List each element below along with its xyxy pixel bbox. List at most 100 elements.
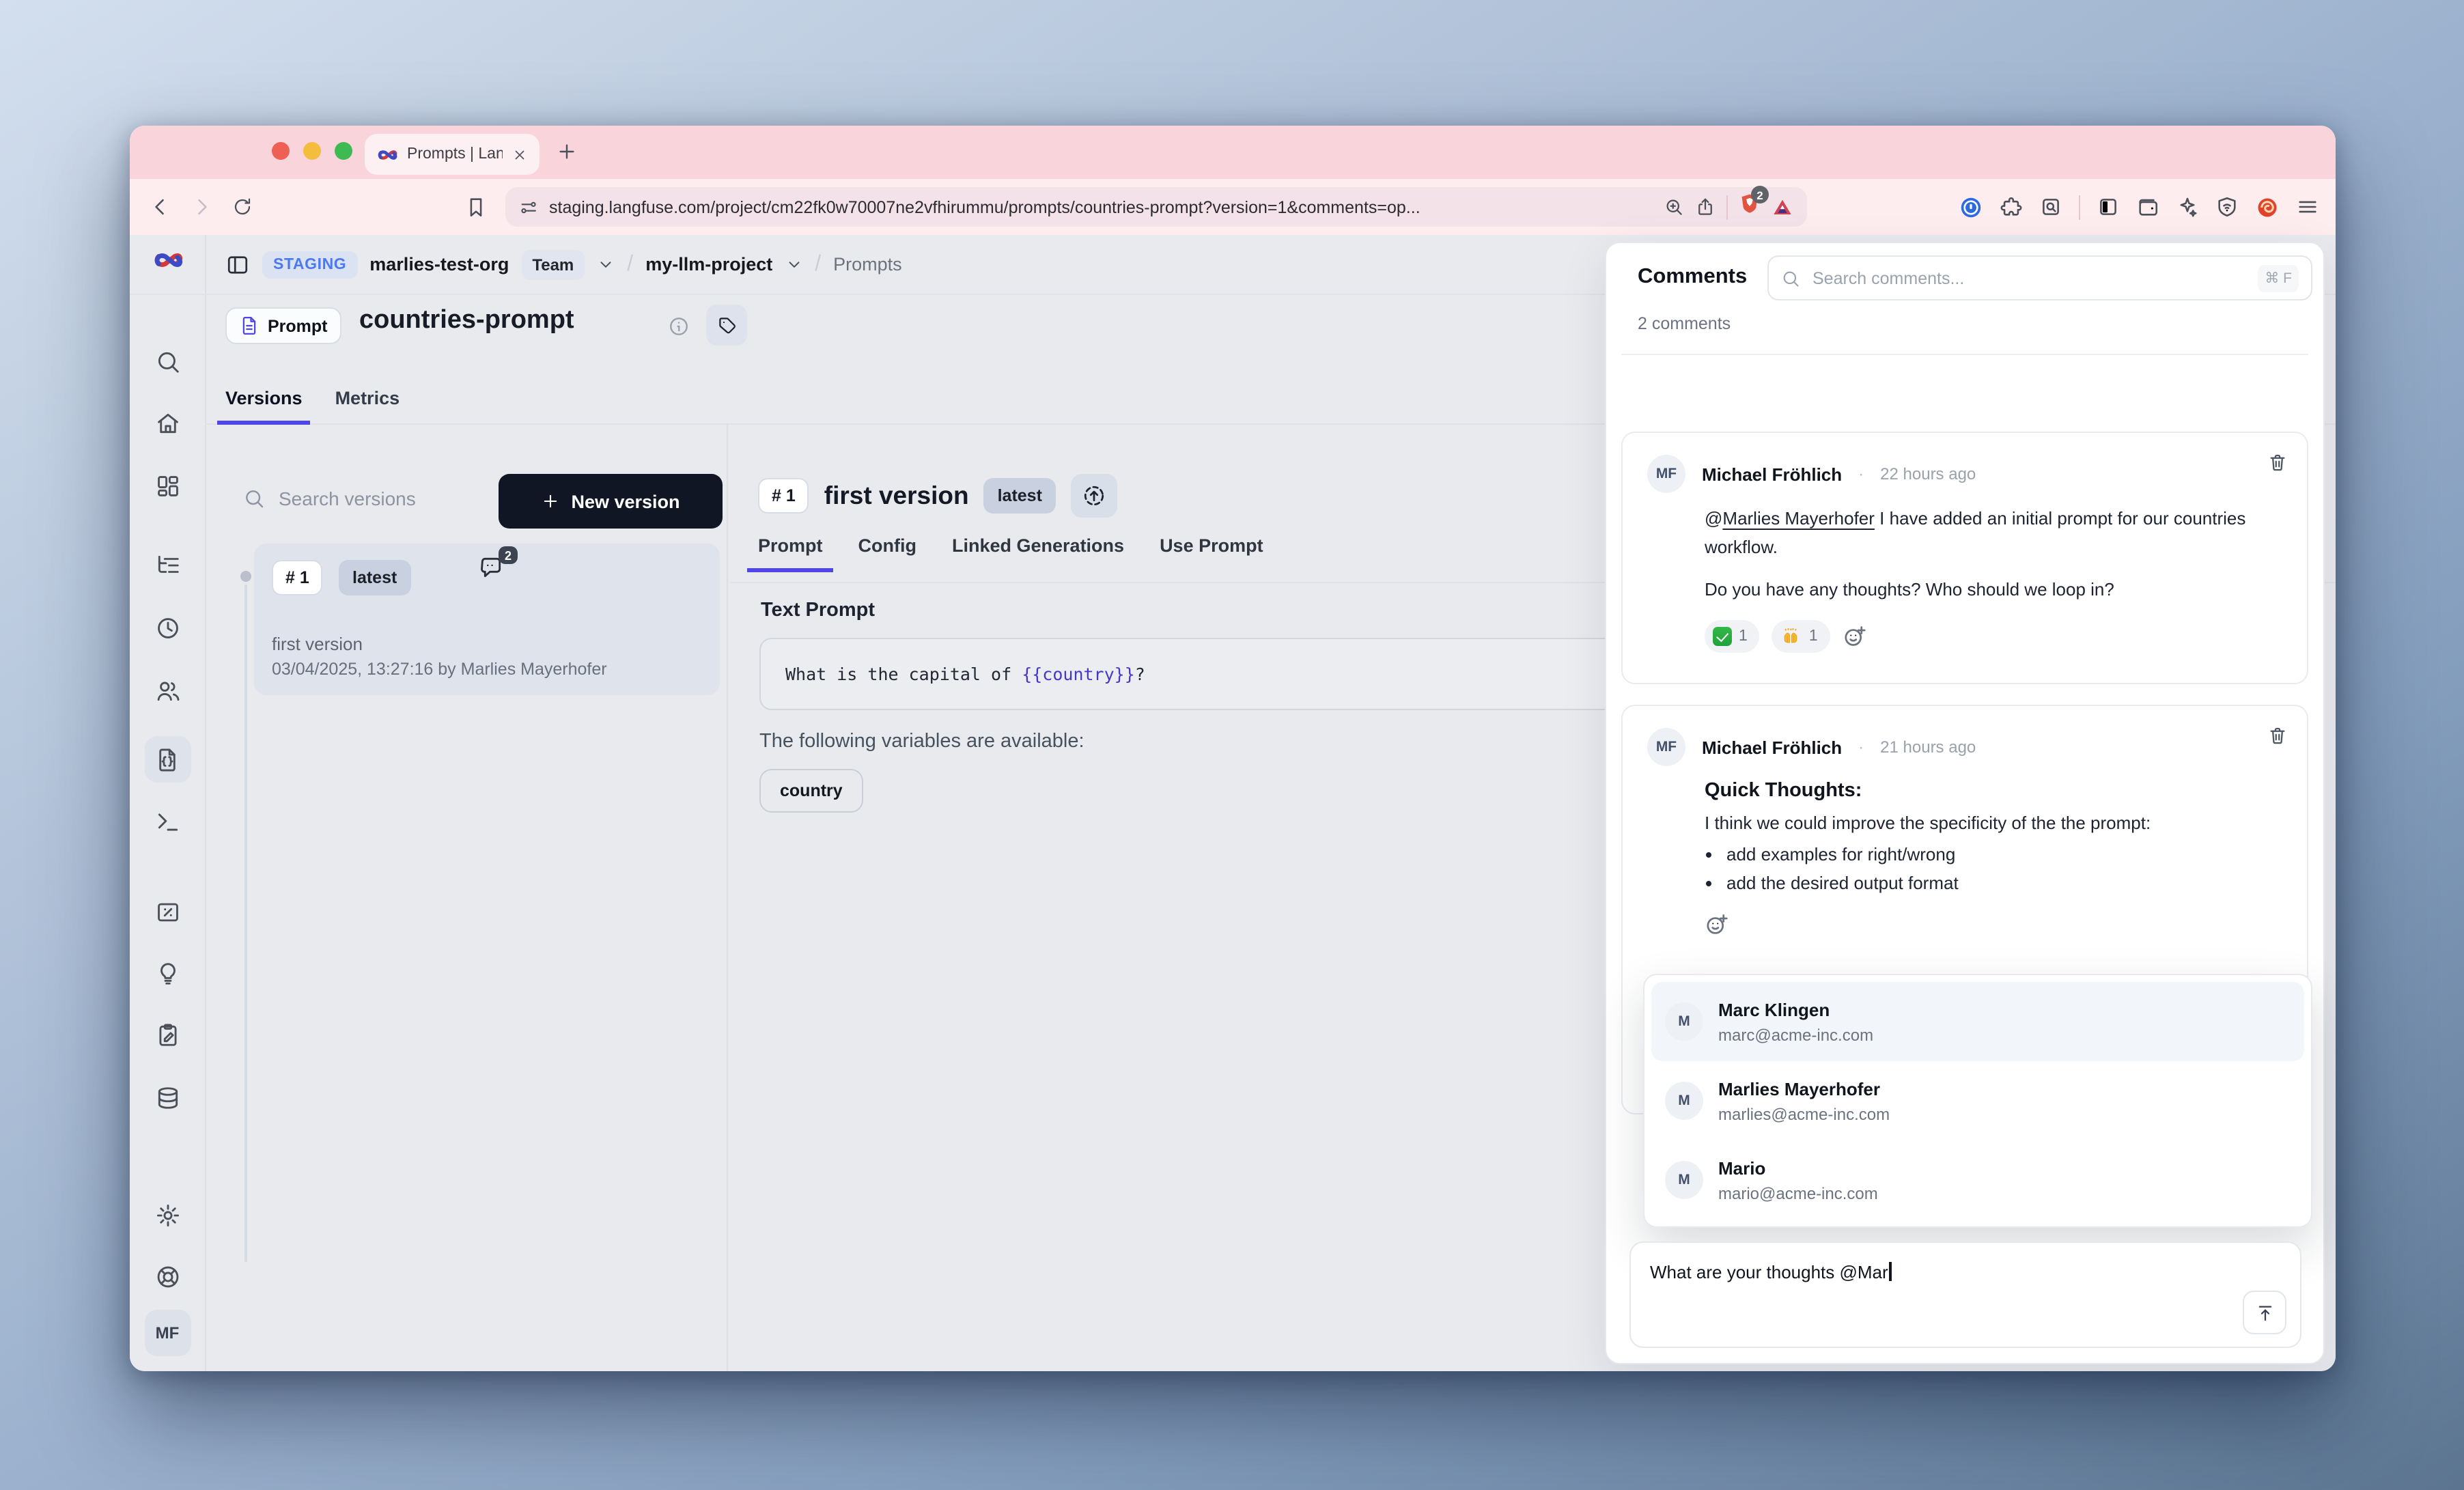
version-meta: 03/04/2025, 13:27:16 by Marlies Mayerhof…	[272, 660, 607, 679]
chevron-down-icon[interactable]	[785, 255, 802, 273]
tab-linked-generations[interactable]: Linked Generations	[952, 535, 1124, 572]
add-reaction-icon[interactable]	[1705, 912, 1729, 937]
submit-comment-button[interactable]	[2243, 1291, 2286, 1334]
mention-name: Marc Klingen	[1718, 997, 1873, 1024]
dashboard-blocks-icon	[154, 473, 180, 499]
breadcrumb-project[interactable]: my-llm-project	[645, 254, 772, 275]
url-bar[interactable]: staging.langfuse.com/project/cm22fk0w700…	[505, 187, 1807, 227]
sidebar-item-dashboards[interactable]	[154, 473, 180, 499]
minimize-window-button[interactable]	[303, 142, 321, 160]
mention-option[interactable]: M Marlies Mayerhofer marlies@acme-inc.co…	[1651, 1061, 2304, 1140]
reaction-raised-hands[interactable]: 1	[1772, 621, 1830, 653]
user-avatar[interactable]: MF	[144, 1310, 191, 1356]
zoom-plus-icon[interactable]	[1664, 197, 1684, 217]
vpn-shield-icon[interactable]	[2215, 195, 2239, 219]
versions-search[interactable]	[243, 486, 486, 511]
extensions-puzzle-icon[interactable]	[2000, 195, 2023, 219]
browser-tab[interactable]: Prompts | Langfuse	[365, 134, 540, 175]
sidebar-item-database[interactable]	[154, 1085, 180, 1111]
sidebar-item-playground[interactable]	[154, 809, 180, 835]
close-window-button[interactable]	[272, 142, 290, 160]
brave-shield-button[interactable]: 2	[1739, 193, 1761, 221]
back-icon[interactable]	[149, 195, 172, 219]
add-reaction-icon[interactable]	[1843, 625, 1867, 649]
breadcrumb-org[interactable]: marlies-test-org	[369, 254, 509, 275]
mention-option[interactable]: M Mario mario@acme-inc.com	[1651, 1140, 2304, 1220]
comment-item: MF Michael Fröhlich · 22 hours ago @Marl…	[1621, 432, 2308, 684]
share-icon[interactable]	[1695, 197, 1716, 217]
mention-option[interactable]: M Marc Klingen marc@acme-inc.com	[1651, 982, 2304, 1061]
comment-author: Michael Fröhlich	[1702, 464, 1842, 484]
sidebar-item-tracing[interactable]	[154, 552, 180, 578]
reaction-check[interactable]: 1	[1705, 621, 1760, 653]
tag-button[interactable]	[706, 305, 747, 346]
sidebar-item-settings[interactable]	[154, 1203, 180, 1228]
new-tab-icon[interactable]	[556, 141, 578, 163]
reload-icon[interactable]	[232, 197, 253, 217]
sidebar-item-support[interactable]	[154, 1264, 180, 1290]
comments-indicator[interactable]: 2	[478, 554, 504, 580]
comments-count-badge: 2	[499, 546, 518, 564]
menu-icon[interactable]	[2296, 195, 2319, 219]
chevron-down-icon[interactable]	[597, 255, 615, 273]
promote-icon	[1082, 483, 1106, 508]
swirl-icon[interactable]	[2255, 195, 2280, 219]
variables-label: The following variables are available:	[759, 731, 1084, 753]
comment-time: 21 hours ago	[1880, 737, 1976, 757]
sidebar-panel-icon[interactable]	[2097, 195, 2120, 219]
tab-metrics[interactable]: Metrics	[335, 388, 400, 423]
bookmark-icon[interactable]	[464, 195, 488, 219]
avatar: M	[1665, 1002, 1703, 1041]
mention-email: mario@acme-inc.com	[1718, 1182, 1878, 1204]
tune-icon[interactable]	[519, 197, 538, 216]
trash-icon[interactable]	[2267, 725, 2288, 746]
breadcrumb-section[interactable]: Prompts	[833, 254, 902, 275]
panel-left-toggle-icon[interactable]	[225, 252, 250, 277]
sidebar-item-annotation[interactable]	[154, 961, 180, 987]
versions-search-input[interactable]	[276, 486, 486, 511]
org-role-badge[interactable]: Team	[521, 249, 585, 279]
raised-hands-icon	[1780, 626, 1802, 648]
find-tab-icon[interactable]	[2039, 195, 2062, 219]
trash-icon[interactable]	[2267, 452, 2288, 473]
reaction-count: 1	[1809, 629, 1818, 645]
url-text[interactable]: staging.langfuse.com/project/cm22fk0w700…	[549, 197, 1653, 216]
version-timeline	[244, 585, 247, 1262]
onepassword-icon[interactable]	[1959, 195, 1983, 219]
maximize-window-button[interactable]	[335, 142, 352, 160]
sidebar-item-prompts-active[interactable]	[144, 736, 191, 783]
forward-icon[interactable]	[190, 195, 213, 219]
tab-use-prompt[interactable]: Use Prompt	[1160, 535, 1263, 572]
text-caret	[1890, 1262, 1892, 1281]
sidebar-item-datasets[interactable]	[154, 1022, 180, 1048]
prompt-tabs: Versions Metrics	[225, 388, 400, 423]
close-tab-icon[interactable]	[512, 147, 527, 162]
tab-prompt[interactable]: Prompt	[758, 535, 823, 572]
comments-search[interactable]: ⌘ F	[1767, 255, 2312, 300]
comment-input[interactable]: What are your thoughts @Mar	[1629, 1241, 2301, 1348]
version-title: first version	[824, 481, 969, 511]
breadcrumb-separator: /	[815, 252, 821, 277]
mention-link[interactable]: Marlies Mayerhofer	[1722, 508, 1875, 529]
sidebar-item-evaluation[interactable]	[154, 899, 180, 925]
promote-version-button[interactable]	[1071, 474, 1117, 518]
tab-versions[interactable]: Versions	[225, 388, 303, 423]
new-version-button[interactable]: New version	[499, 474, 723, 529]
sidebar-item-home[interactable]	[154, 410, 180, 436]
sidebar-item-search[interactable]	[154, 349, 180, 375]
bat-icon[interactable]	[1772, 196, 1793, 218]
tab-config[interactable]: Config	[858, 535, 917, 572]
version-detail-header: # 1 first version latest	[758, 474, 1117, 518]
version-list-item[interactable]: # 1 latest 2 first version 03/04/2025, 1…	[254, 544, 720, 695]
sidebar-item-users[interactable]	[154, 678, 180, 704]
sparkle-icon[interactable]	[2176, 195, 2199, 219]
comment-body: I think we could improve the specificity…	[1705, 813, 2282, 833]
percent-card-icon	[154, 899, 180, 925]
text-prompt-label: Text Prompt	[761, 600, 875, 621]
info-icon[interactable]	[668, 315, 690, 337]
sidebar-item-sessions[interactable]	[154, 615, 180, 641]
comment-input-value[interactable]: What are your thoughts @Mar	[1650, 1262, 1888, 1282]
wallet-icon[interactable]	[2136, 195, 2159, 219]
comments-search-input[interactable]	[1810, 267, 2248, 289]
latest-badge: latest	[984, 478, 1056, 514]
